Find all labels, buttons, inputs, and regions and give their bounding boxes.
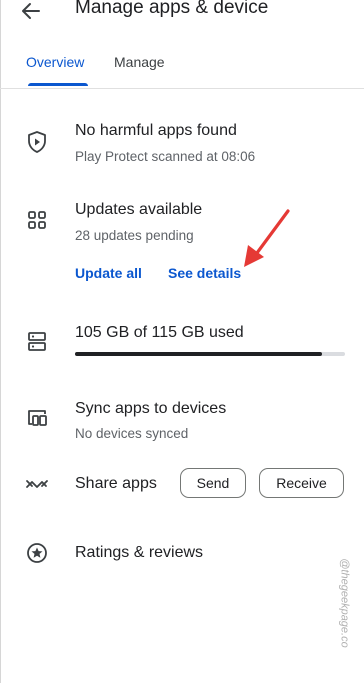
manage-apps-screen: Manage apps & device Overview Manage No … (0, 0, 364, 683)
shield-icon (24, 129, 50, 155)
storage-icon (24, 329, 50, 355)
ratings-reviews-title: Ratings & reviews (75, 544, 204, 561)
annotation-arrow-icon (244, 209, 290, 267)
storage-usage-label: 105 GB of 115 GB used (75, 324, 244, 341)
update-all-button[interactable]: Update all (75, 265, 142, 281)
watermark-text: @thegeekpage.co (339, 558, 351, 648)
share-apps-title: Share apps (75, 475, 157, 492)
updates-title: Updates available (75, 201, 203, 218)
storage-usage-fill (75, 352, 322, 356)
page-title: Manage apps & device (75, 0, 269, 18)
tab-bar: Overview Manage (0, 48, 364, 89)
tab-manage[interactable]: Manage (114, 54, 165, 70)
receive-button[interactable]: Receive (259, 468, 344, 498)
sync-apps-title: Sync apps to devices (75, 400, 227, 417)
storage-usage-bar (75, 352, 345, 356)
send-button[interactable]: Send (180, 468, 246, 498)
share-apps-icon (24, 471, 50, 497)
back-button[interactable] (16, 0, 46, 26)
star-circle-icon (24, 540, 50, 566)
play-protect-title: No harmful apps found (75, 122, 237, 139)
watermark: @thegeekpage.co (334, 528, 356, 678)
play-protect-subtitle: Play Protect scanned at 08:06 (75, 149, 256, 164)
arrow-back-icon (22, 3, 40, 19)
sync-apps-subtitle: No devices synced (75, 426, 189, 441)
tab-overview[interactable]: Overview (26, 54, 84, 70)
devices-icon (24, 405, 50, 431)
apps-grid-icon (24, 207, 50, 233)
updates-subtitle: 28 updates pending (75, 228, 194, 243)
window-edge (0, 0, 1, 683)
app-header: Manage apps & device (0, 0, 364, 28)
tab-selected-indicator (28, 83, 88, 86)
see-details-button[interactable]: See details (168, 265, 241, 281)
